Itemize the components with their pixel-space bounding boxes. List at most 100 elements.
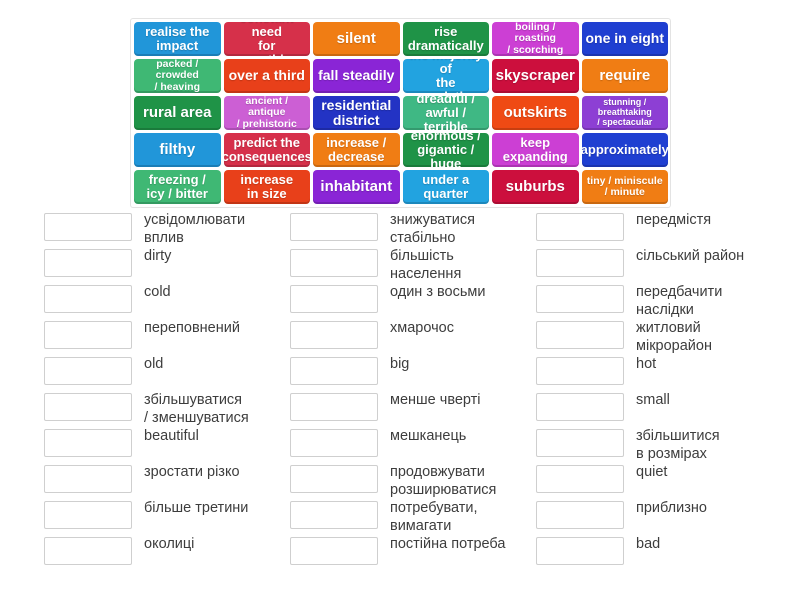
word-tile[interactable]: keep expanding bbox=[492, 133, 579, 167]
match-up-activity: realise the impactconstant need for some… bbox=[0, 0, 800, 600]
answer-row: old bbox=[44, 356, 290, 392]
word-tile[interactable]: suburbs bbox=[492, 170, 579, 204]
word-tile[interactable]: enormous / gigantic / huge bbox=[402, 133, 489, 167]
drop-slot[interactable] bbox=[536, 321, 624, 349]
answer-label: більшість населення bbox=[390, 248, 462, 282]
drop-slot[interactable] bbox=[44, 321, 132, 349]
tile-row: packed / crowded / heaving over a third fa… bbox=[134, 59, 668, 93]
word-tile[interactable]: under a quarter bbox=[402, 170, 489, 204]
answer-row: quiet bbox=[536, 464, 782, 500]
drop-slot[interactable] bbox=[290, 501, 378, 529]
word-tile[interactable]: silent bbox=[313, 22, 400, 56]
drop-slot[interactable] bbox=[44, 429, 132, 457]
word-tile[interactable]: one in eight bbox=[581, 22, 668, 56]
drop-slot[interactable] bbox=[290, 285, 378, 313]
answer-row: cold bbox=[44, 284, 290, 320]
answer-grid: усвідомлювати вплив dirty cold переповнений… bbox=[44, 212, 784, 572]
word-tile[interactable]: boiling / roasting / scorching bbox=[492, 22, 579, 56]
answer-label: hot bbox=[636, 356, 657, 372]
answer-label: beautiful bbox=[144, 428, 199, 444]
drop-slot[interactable] bbox=[536, 285, 624, 313]
word-tile[interactable]: ancient / antique / prehistoric bbox=[223, 96, 310, 130]
answer-row: більшість населення bbox=[290, 248, 536, 284]
tile-row: filthy predict the consequences increase /… bbox=[134, 133, 668, 167]
answer-label: передмістя bbox=[636, 212, 712, 228]
answer-label: один з восьми bbox=[390, 284, 486, 300]
answer-label: сільський район bbox=[636, 248, 745, 264]
word-tile[interactable]: over a third bbox=[223, 59, 310, 93]
answer-label: хмарочос bbox=[390, 320, 454, 336]
answer-row: один з восьми bbox=[290, 284, 536, 320]
word-tile[interactable]: realise the impact bbox=[134, 22, 221, 56]
answer-column: передмістя сільський район передбачити нас… bbox=[536, 212, 782, 572]
word-tile[interactable]: constant need for something bbox=[223, 22, 310, 56]
word-tile[interactable]: skyscraper bbox=[492, 59, 579, 93]
answer-row: hot bbox=[536, 356, 782, 392]
drop-slot[interactable] bbox=[536, 357, 624, 385]
word-tile[interactable]: rise dramatically bbox=[402, 22, 489, 56]
drop-slot[interactable] bbox=[536, 501, 624, 529]
answer-label: житловий мікрорайон bbox=[636, 320, 712, 354]
drop-slot[interactable] bbox=[290, 465, 378, 493]
answer-row: продовжувати розширюватися bbox=[290, 464, 536, 500]
drop-slot[interactable] bbox=[44, 213, 132, 241]
drop-slot[interactable] bbox=[44, 465, 132, 493]
word-tile[interactable]: residential district bbox=[313, 96, 400, 130]
word-tile[interactable]: rural area bbox=[134, 96, 221, 130]
word-tile[interactable]: require bbox=[581, 59, 668, 93]
answer-row: bad bbox=[536, 536, 782, 572]
drop-slot[interactable] bbox=[290, 249, 378, 277]
drop-slot[interactable] bbox=[536, 429, 624, 457]
answer-row: приблизно bbox=[536, 500, 782, 536]
drop-slot[interactable] bbox=[290, 537, 378, 565]
drop-slot[interactable] bbox=[44, 501, 132, 529]
answer-label: приблизно bbox=[636, 500, 707, 516]
answer-row: постійна потреба bbox=[290, 536, 536, 572]
word-tile[interactable]: increase / decrease bbox=[313, 133, 400, 167]
drop-slot[interactable] bbox=[290, 393, 378, 421]
answer-row: житловий мікрорайон bbox=[536, 320, 782, 356]
word-tile[interactable]: fall steadily bbox=[313, 59, 400, 93]
drop-slot[interactable] bbox=[536, 213, 624, 241]
word-tile[interactable]: tiny / miniscule / minute bbox=[581, 170, 668, 204]
drop-slot[interactable] bbox=[536, 249, 624, 277]
word-tile[interactable]: packed / crowded / heaving bbox=[134, 59, 221, 93]
answer-label: передбачити наслідки bbox=[636, 284, 723, 318]
drop-slot[interactable] bbox=[44, 393, 132, 421]
answer-column: усвідомлювати вплив dirty cold переповнений… bbox=[44, 212, 290, 572]
answer-column: знижуватися стабільно більшість населення… bbox=[290, 212, 536, 572]
word-tile[interactable]: dreadful / awful / terrible bbox=[402, 96, 489, 130]
answer-row: передбачити наслідки bbox=[536, 284, 782, 320]
word-tile[interactable]: predict the consequences bbox=[223, 133, 310, 167]
drop-slot[interactable] bbox=[44, 357, 132, 385]
answer-label: околиці bbox=[144, 536, 195, 552]
answer-label: big bbox=[390, 356, 410, 372]
word-tile[interactable]: inhabitant bbox=[313, 170, 400, 204]
drop-slot[interactable] bbox=[44, 249, 132, 277]
answer-row: beautiful bbox=[44, 428, 290, 464]
drop-slot[interactable] bbox=[290, 357, 378, 385]
drop-slot[interactable] bbox=[536, 465, 624, 493]
word-tile[interactable]: the majority of the population bbox=[402, 59, 489, 93]
drop-slot[interactable] bbox=[536, 537, 624, 565]
answer-row: знижуватися стабільно bbox=[290, 212, 536, 248]
word-tile[interactable]: increase in size bbox=[223, 170, 310, 204]
answer-row: хмарочос bbox=[290, 320, 536, 356]
drop-slot[interactable] bbox=[290, 321, 378, 349]
drop-slot[interactable] bbox=[290, 213, 378, 241]
drop-slot[interactable] bbox=[44, 285, 132, 313]
word-tile[interactable]: stunning / breathtaking / spectacular bbox=[581, 96, 668, 130]
answer-label: більше третини bbox=[144, 500, 249, 516]
answer-label: збільшуватися / зменшуватися bbox=[144, 392, 249, 426]
answer-label: cold bbox=[144, 284, 171, 300]
word-tile[interactable]: approximately bbox=[581, 133, 668, 167]
answer-row: dirty bbox=[44, 248, 290, 284]
drop-slot[interactable] bbox=[536, 393, 624, 421]
word-tile[interactable]: filthy bbox=[134, 133, 221, 167]
drop-slot[interactable] bbox=[44, 537, 132, 565]
word-tile[interactable]: outskirts bbox=[492, 96, 579, 130]
answer-label: знижуватися стабільно bbox=[390, 212, 475, 246]
drop-slot[interactable] bbox=[290, 429, 378, 457]
answer-row: потребувати, вимагати bbox=[290, 500, 536, 536]
word-tile[interactable]: freezing / icy / bitter bbox=[134, 170, 221, 204]
